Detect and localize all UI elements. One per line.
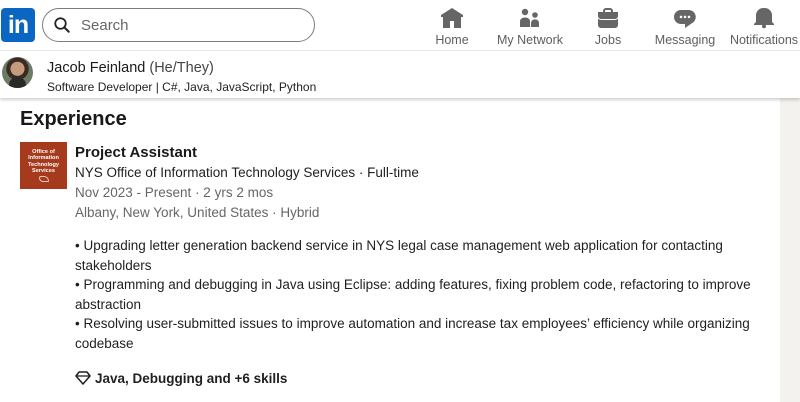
nav-jobs-label: Jobs: [594, 33, 622, 47]
messaging-icon: [674, 10, 696, 28]
top-nav: in Home My Network Jobs: [0, 0, 800, 51]
nav-notifications-label: Notifications: [729, 33, 799, 47]
job-location: Albany, New York, United States · Hybrid: [75, 205, 320, 220]
nav-home[interactable]: Home: [434, 6, 470, 48]
bell-icon: [754, 8, 774, 29]
profile-sticky-bar: Jacob Feinland (He/They) Software Develo…: [0, 51, 800, 98]
description-bullet: • Resolving user-submitted issues to imp…: [75, 316, 750, 351]
page-background: [780, 98, 800, 402]
employment-dates: Nov 2023 - Present · 2 yrs 2 mos: [75, 185, 274, 200]
briefcase-icon: [598, 8, 618, 28]
profile-name: Jacob Feinland: [47, 60, 146, 76]
search-box[interactable]: [42, 8, 315, 42]
profile-name-line: Jacob Feinland (He/They): [47, 60, 214, 76]
home-icon: [441, 8, 463, 28]
nav-jobs[interactable]: Jobs: [592, 6, 624, 48]
section-title: Experience: [20, 108, 127, 130]
description-bullet: • Programming and debugging in Java usin…: [75, 277, 751, 312]
company-name[interactable]: NYS Office of Information Technology Ser…: [75, 165, 419, 180]
avatar[interactable]: [2, 57, 33, 88]
description-bullet: • Upgrading letter generation backend se…: [75, 238, 723, 273]
linkedin-logo[interactable]: in: [1, 8, 35, 42]
nav-messaging-label: Messaging: [654, 33, 716, 47]
job-description: • Upgrading letter generation backend se…: [75, 236, 765, 353]
nav-my-network-label: My Network: [497, 33, 563, 47]
organization-logo[interactable]: Office of Information Technology Service…: [20, 142, 67, 189]
nav-messaging[interactable]: Messaging: [655, 6, 715, 48]
state-outline-icon: [38, 176, 49, 183]
experience-card: Experience Office of Information Technol…: [0, 98, 780, 402]
nav-home-label: Home: [435, 33, 469, 47]
diamond-icon: [75, 371, 91, 385]
nav-my-network[interactable]: My Network: [495, 6, 565, 48]
job-title: Project Assistant: [75, 144, 197, 161]
skills-label: Java, Debugging and +6 skills: [95, 370, 288, 386]
search-icon: [43, 16, 81, 34]
search-input[interactable]: [81, 16, 301, 34]
org-logo-line: Services: [31, 167, 56, 174]
network-icon: [520, 8, 539, 27]
skills-link[interactable]: Java, Debugging and +6 skills: [75, 370, 287, 386]
profile-pronouns: (He/They): [149, 60, 214, 76]
nav-notifications[interactable]: Notifications: [729, 6, 799, 48]
profile-headline: Software Developer | C#, Java, JavaScrip…: [47, 80, 317, 94]
